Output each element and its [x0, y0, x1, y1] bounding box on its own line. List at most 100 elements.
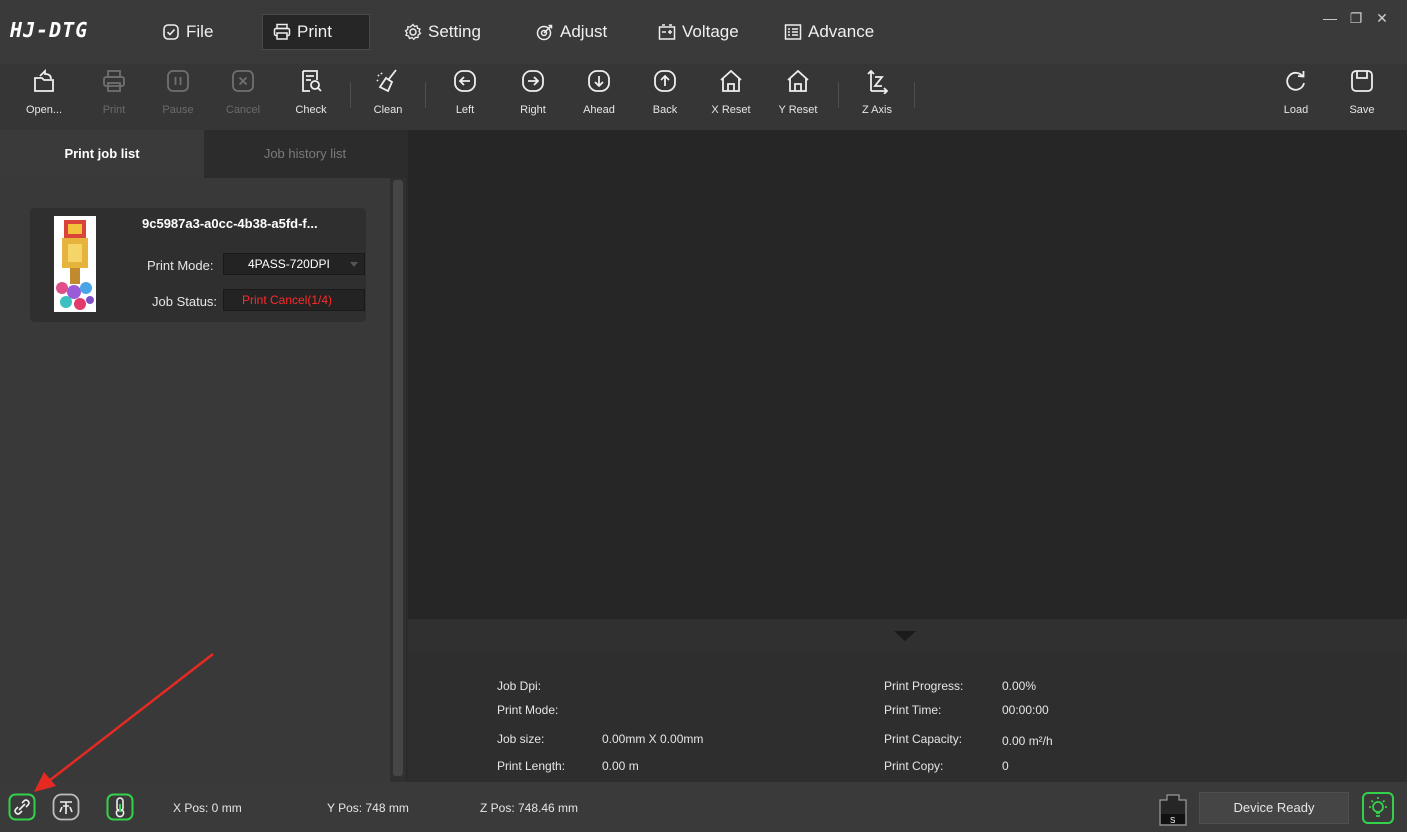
minimize-button[interactable]: — — [1319, 8, 1341, 28]
file-check-icon — [163, 24, 179, 40]
menu-advance-label: Advance — [808, 22, 875, 41]
print-progress-value: 0.00% — [1002, 679, 1037, 693]
app-window: HJ-DTG File Print Setting Adjust Voltage… — [0, 0, 1407, 832]
menu-setting[interactable]: Setting — [394, 14, 491, 50]
open-label: Open... — [25, 104, 63, 116]
list-icon — [784, 24, 802, 40]
menu-setting-label: Setting — [428, 22, 481, 41]
menu-file[interactable]: File — [152, 14, 223, 50]
printhead-icon[interactable] — [52, 793, 80, 821]
x-reset-button[interactable]: X Reset — [703, 64, 759, 130]
x-position-readout: X Pos: 0 mm — [173, 801, 242, 815]
y-reset-button[interactable]: Y Reset — [770, 64, 826, 130]
right-button[interactable]: Right — [505, 64, 561, 130]
toolbar-divider — [838, 82, 839, 108]
print-copy-value: 0 — [1002, 759, 1009, 773]
toolbar: Open... Print Pause Cancel Check Clean L… — [0, 64, 1407, 130]
menu-voltage[interactable]: Voltage — [648, 14, 749, 50]
print-mode-value: 4PASS-720DPI — [248, 257, 330, 271]
home-icon — [787, 69, 809, 92]
menu-print-label: Print — [297, 22, 332, 41]
refresh-icon — [1286, 71, 1305, 91]
pause-icon — [167, 70, 189, 92]
cancel-button[interactable]: Cancel — [215, 64, 271, 130]
cancel-x-icon — [232, 70, 254, 92]
menu-voltage-label: Voltage — [682, 22, 739, 41]
tab-print-job-list[interactable]: Print job list — [0, 130, 204, 178]
back-button[interactable]: Back — [637, 64, 693, 130]
print-progress-label: Print Progress: — [884, 679, 964, 693]
pause-button[interactable]: Pause — [150, 64, 206, 130]
job-dpi-label: Job Dpi: — [497, 679, 542, 693]
arrow-right-icon — [522, 70, 544, 92]
job-thumbnail-image — [54, 216, 96, 312]
save-label: Save — [1349, 104, 1375, 116]
print-length-label: Print Length: — [497, 759, 566, 773]
job-card[interactable]: 9c5987a3-a0cc-4b38-a5fd-f... Print Mode:… — [30, 208, 366, 322]
print-time-label: Print Time: — [884, 703, 942, 717]
device-status-badge: Device Ready — [1199, 792, 1349, 824]
ahead-label: Ahead — [583, 104, 615, 116]
job-list-scrollbar[interactable] — [390, 178, 406, 782]
toolbar-divider — [350, 82, 351, 108]
left-label: Left — [455, 104, 475, 116]
job-name: 9c5987a3-a0cc-4b38-a5fd-f... — [142, 216, 318, 231]
print-mode-label: Print Mode: — [147, 258, 214, 273]
menu-print[interactable]: Print — [262, 14, 370, 50]
target-icon — [536, 24, 553, 41]
ahead-button[interactable]: Ahead — [571, 64, 627, 130]
print-mode-info-label: Print Mode: — [497, 703, 559, 717]
close-button[interactable]: ✕ — [1371, 8, 1393, 28]
info-panel-toggle[interactable] — [408, 619, 1407, 653]
save-button[interactable]: Save — [1334, 64, 1390, 130]
print-mode-select[interactable]: 4PASS-720DPI — [223, 253, 365, 275]
thermometer-icon[interactable] — [106, 793, 134, 821]
ink-label: S — [1170, 816, 1176, 825]
check-label: Check — [295, 104, 327, 116]
scrollbar-thumb[interactable] — [393, 180, 403, 776]
y-position-readout: Y Pos: 748 mm — [327, 801, 409, 815]
print-preview-area[interactable] — [408, 130, 1407, 619]
lamp-button[interactable] — [1362, 792, 1394, 824]
job-status-label: Job Status: — [152, 294, 218, 309]
load-button[interactable]: Load — [1268, 64, 1324, 130]
pause-label: Pause — [162, 104, 194, 116]
restore-button[interactable]: ❐ — [1345, 8, 1367, 28]
menu-bar: HJ-DTG File Print Setting Adjust Voltage… — [0, 0, 1407, 64]
load-label: Load — [1283, 104, 1309, 116]
battery-icon — [658, 24, 676, 40]
job-info-panel: Job Dpi: Print Mode: Job size: 0.00mm X … — [408, 653, 1407, 782]
print-time-value: 00:00:00 — [1002, 703, 1049, 717]
clean-button[interactable]: Clean — [360, 64, 416, 130]
arrow-up-icon — [654, 70, 676, 92]
y-reset-label: Y Reset — [778, 104, 818, 116]
home-icon — [720, 69, 742, 92]
print-button[interactable]: Print — [86, 64, 142, 130]
menu-advance[interactable]: Advance — [774, 14, 884, 50]
lightbulb-icon — [1369, 797, 1387, 817]
status-bar: X Pos: 0 mm Y Pos: 748 mm Z Pos: 748.46 … — [0, 782, 1407, 832]
tab-job-history-list[interactable]: Job history list — [204, 130, 406, 178]
save-icon — [1351, 70, 1373, 92]
menu-adjust[interactable]: Adjust — [526, 14, 617, 50]
arrow-down-icon — [588, 70, 610, 92]
left-button[interactable]: Left — [437, 64, 493, 130]
open-button[interactable]: Open... — [16, 64, 72, 130]
right-label: Right — [520, 104, 546, 116]
check-button[interactable]: Check — [283, 64, 339, 130]
x-reset-label: X Reset — [711, 104, 751, 116]
chevron-down-icon — [350, 262, 358, 267]
collapse-arrow-icon — [894, 631, 916, 641]
z-axis-button[interactable]: Z Axis — [849, 64, 905, 130]
app-logo: HJ-DTG — [10, 18, 89, 42]
print-capacity-label: Print Capacity: — [884, 732, 963, 746]
z-axis-label: Z Axis — [862, 104, 892, 116]
document-search-icon — [302, 70, 322, 92]
arrow-left-icon — [454, 70, 476, 92]
print-copy-label: Print Copy: — [884, 759, 944, 773]
gear-icon — [404, 23, 422, 41]
menu-adjust-label: Adjust — [560, 22, 608, 41]
link-icon[interactable] — [8, 793, 36, 821]
job-panel: Print job list Job history list 9c5987a3 — [0, 130, 406, 782]
printer-icon — [103, 70, 125, 92]
